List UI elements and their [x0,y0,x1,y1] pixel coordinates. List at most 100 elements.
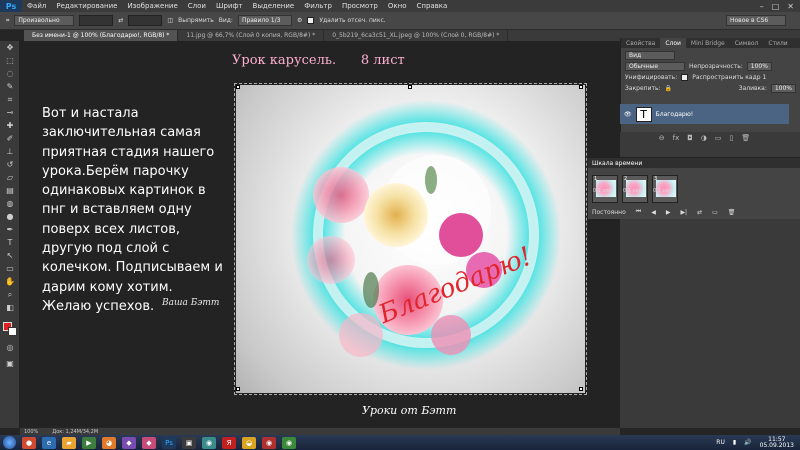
prev-frame-icon[interactable]: ◀ [651,209,656,216]
tab-mini-bridge[interactable]: Mini Bridge [686,38,730,48]
mask-icon[interactable]: ◘ [687,134,693,144]
width-input[interactable] [79,15,114,26]
menu-layers[interactable]: Слои [183,2,211,10]
document-image[interactable]: Благодарю! [236,85,585,393]
duplicate-frame-icon[interactable]: ▭ [712,209,718,216]
background-color-swatch[interactable] [8,327,17,336]
menu-help[interactable]: Справка [411,2,452,10]
delete-cropped-checkbox[interactable] [307,17,315,24]
first-frame-icon[interactable]: ⏮ [636,208,641,216]
screen-mode-icon[interactable]: ▣ [0,357,20,370]
media-icon[interactable]: ▶ [82,436,96,449]
frame-delay[interactable]: 0,1 сек. [653,188,673,194]
app-icon[interactable]: ◉ [282,436,296,449]
menu-type[interactable]: Шрифт [211,2,248,10]
app-icon[interactable]: ◉ [262,436,276,449]
eyedropper-tool-icon[interactable]: ⊸ [0,106,20,119]
photoshop-task-icon[interactable]: Ps [162,436,176,449]
tab-styles[interactable]: Стили [763,38,792,48]
visibility-eye-icon[interactable]: 👁 [624,111,632,118]
app-icon[interactable]: ◒ [242,436,256,449]
gradient-tool-icon[interactable]: ▤ [0,184,20,197]
transform-handle[interactable] [236,85,240,89]
menu-filter[interactable]: Фильтр [299,2,337,10]
lock-icon[interactable]: 🔒 [665,85,672,92]
path-select-tool-icon[interactable]: ↖ [0,249,20,262]
healing-tool-icon[interactable]: ✚ [0,119,20,132]
history-brush-tool-icon[interactable]: ↺ [0,158,20,171]
chrome-icon[interactable]: ● [22,436,36,449]
zoom-tool-icon[interactable]: ⌕ [0,288,20,301]
tab-character[interactable]: Символ [730,38,764,48]
menu-view[interactable]: Просмотр [337,2,383,10]
firefox-icon[interactable]: ◕ [102,436,116,449]
app-icon[interactable]: ◆ [122,436,136,449]
move-tool-icon[interactable]: ✥ [0,41,20,54]
brush-tool-icon[interactable]: ✐ [0,132,20,145]
start-button[interactable] [3,436,16,449]
workspace-select[interactable]: Новое в CS6 [726,15,786,26]
tab-layers[interactable]: Слои [660,38,686,48]
language-indicator[interactable]: RU [716,439,725,446]
height-input[interactable] [128,15,163,26]
yandex-icon[interactable]: Я [222,436,236,449]
close-button[interactable]: ✕ [787,2,794,11]
ie-icon[interactable]: e [42,436,56,449]
transform-handle[interactable] [579,85,583,89]
transform-handle[interactable] [579,387,583,391]
delete-frame-icon[interactable]: 🗑 [728,209,736,216]
propagate-checkbox[interactable] [681,74,689,81]
zoom-level[interactable]: 100% [24,429,38,435]
layer-row[interactable]: 👁 T Благодарю! [620,104,789,124]
app-icon[interactable]: ◆ [142,436,156,449]
link-layers-icon[interactable]: ⊖ [659,134,665,144]
tab-document-2[interactable]: 11.jpg @ 66,7% (Слой 0 копия, RGB/8#) * [178,30,325,41]
quick-select-tool-icon[interactable]: ✎ [0,80,20,93]
shape-tool-icon[interactable]: ▭ [0,262,20,275]
default-colors-icon[interactable]: ◧ [0,301,20,314]
layer-name[interactable]: Благодарю! [656,111,694,118]
maximize-button[interactable]: □ [772,2,780,11]
type-tool-icon[interactable]: T [0,236,20,249]
straighten-icon[interactable]: ◫ [167,17,173,24]
dodge-tool-icon[interactable]: ● [0,210,20,223]
clock[interactable]: 11:57 05.09.2013 [760,436,794,449]
trash-icon[interactable]: 🗑 [741,134,750,144]
volume-icon[interactable]: 🔊 [744,439,751,446]
pen-tool-icon[interactable]: ✒ [0,223,20,236]
menu-image[interactable]: Изображение [122,2,182,10]
marquee-tool-icon[interactable]: ⬚ [0,54,20,67]
straighten-button[interactable]: Выпрямить [178,17,214,24]
new-layer-icon[interactable]: ▯ [730,134,734,144]
blend-mode-select[interactable]: Обычные [625,62,685,71]
layer-filter-select[interactable]: Вид [625,51,675,60]
transform-handle[interactable] [236,387,240,391]
stamp-tool-icon[interactable]: ⊥ [0,145,20,158]
loop-select[interactable]: Постоянно [592,209,626,216]
group-icon[interactable]: ▭ [715,134,722,144]
overlay-select[interactable]: Правило 1/3 [237,15,292,26]
crop-tool-icon[interactable]: ⌗ [0,93,20,106]
menu-file[interactable]: Файл [22,2,51,10]
opacity-input[interactable]: 100% [746,62,772,71]
app-icon[interactable]: ▣ [182,436,196,449]
adjustment-icon[interactable]: ◑ [701,134,707,144]
frame-delay[interactable]: 0,1 сек. [623,188,643,194]
menu-select[interactable]: Выделение [248,2,300,10]
folder-icon[interactable]: ▰ [62,436,76,449]
menu-window[interactable]: Окно [383,2,412,10]
swap-icon[interactable]: ⇄ [118,17,123,24]
tab-document-1[interactable]: Без имени-1 @ 100% (Благодарю!, RGB/8) * [24,30,179,41]
gear-icon[interactable]: ⚙ [297,17,302,24]
network-icon[interactable]: ▮ [733,439,736,446]
transform-handle[interactable] [408,85,412,89]
eraser-tool-icon[interactable]: ▱ [0,171,20,184]
crop-ratio-select[interactable]: Произвольно [14,15,75,26]
play-icon[interactable]: ▶ [666,209,671,216]
blur-tool-icon[interactable]: ◍ [0,197,20,210]
next-frame-icon[interactable]: ▶| [680,209,687,216]
tab-properties[interactable]: Свойства [621,38,660,48]
app-icon[interactable]: ◉ [202,436,216,449]
frame-delay[interactable]: 0,1 сек. [593,188,613,194]
menu-edit[interactable]: Редактирование [51,2,122,10]
